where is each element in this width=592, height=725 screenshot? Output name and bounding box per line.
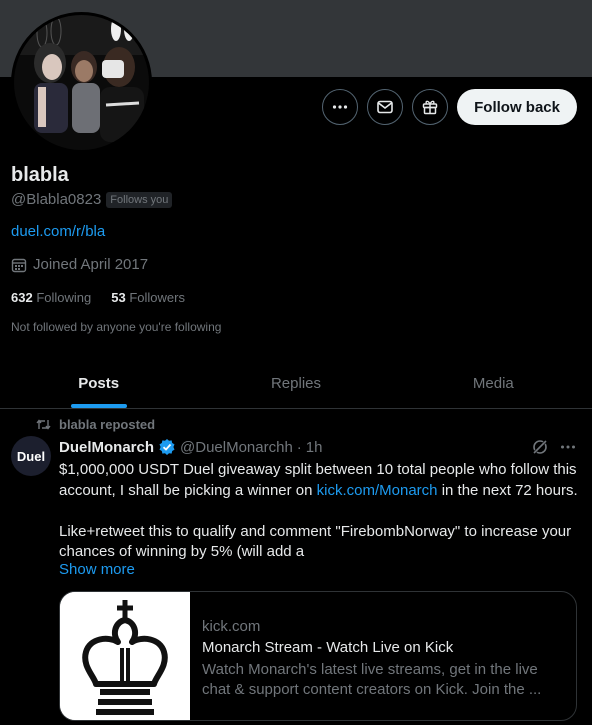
card-description: Watch Monarch's latest live streams, get…: [202, 661, 542, 698]
post-inline-link[interactable]: kick.com/Monarch: [317, 482, 438, 499]
verified-badge-icon[interactable]: [158, 438, 176, 456]
more-icon[interactable]: [559, 438, 577, 456]
post-text-part: Like+retweet this to qualify and comment…: [59, 522, 572, 561]
post-author-handle[interactable]: @DuelMonarchh: [180, 439, 293, 456]
post-author-avatar[interactable]: Duel: [11, 436, 51, 476]
post-text-part: in the next 72 hours.: [437, 481, 578, 499]
avatar-photo: [14, 15, 149, 150]
tab-label: Media: [472, 374, 514, 392]
follow-back-button[interactable]: Follow back: [457, 89, 577, 125]
active-tab-indicator: [70, 404, 127, 408]
crown-icon: [60, 592, 190, 720]
tab-label: Replies: [270, 374, 321, 392]
post-time[interactable]: 1h: [306, 439, 323, 456]
handle-row: @Blabla0823 Follows you: [11, 191, 173, 208]
profile-website-link[interactable]: duel.com/r/bla: [11, 223, 105, 240]
repost-indicator: blabla reposted: [36, 417, 155, 432]
follows-you-badge: Follows you: [106, 191, 173, 208]
card-text: kick.com Monarch Stream - Watch Live on …: [190, 592, 576, 720]
message-button[interactable]: [367, 89, 404, 125]
avatar-text: Duel: [16, 448, 46, 464]
card-title: Monarch Stream - Watch Live on Kick: [202, 639, 454, 656]
repost-icon: [36, 419, 51, 430]
grok-icon[interactable]: [531, 438, 549, 456]
tab-label: Posts: [78, 374, 120, 392]
card-domain: kick.com: [202, 618, 261, 635]
followers-label: Followers: [129, 290, 185, 305]
follow-stats: 632 Following 53 Followers: [11, 290, 185, 305]
repost-label: blabla reposted: [59, 417, 156, 432]
post-tools: [531, 438, 577, 456]
joined-date: Joined April 2017: [11, 256, 148, 273]
following-link[interactable]: 632 Following: [11, 290, 91, 305]
post-header: DuelMonarch @DuelMonarchh · 1h: [59, 438, 322, 456]
profile-actions: Follow back: [322, 89, 577, 125]
following-label: Following: [36, 290, 92, 305]
post-author-name[interactable]: DuelMonarch: [59, 439, 154, 456]
tab-replies[interactable]: Replies: [197, 358, 394, 408]
more-button[interactable]: [322, 89, 359, 125]
joined-text: Joined April 2017: [33, 256, 149, 273]
followers-link[interactable]: 53 Followers: [111, 290, 185, 305]
more-icon: [333, 105, 348, 109]
following-count: 632: [11, 290, 33, 305]
profile-tabs: Posts Replies Media: [0, 358, 592, 409]
display-name: blabla: [11, 164, 69, 186]
post-text: $1,000,000 USDT Duel giveaway split betw…: [59, 460, 581, 563]
show-more-link[interactable]: Show more: [59, 561, 135, 578]
card-thumbnail: [60, 592, 190, 720]
profile-avatar[interactable]: [11, 12, 152, 153]
separator-dot: ·: [296, 438, 302, 456]
profile-handle: @Blabla0823: [11, 191, 102, 208]
gift-icon: [422, 100, 438, 115]
mutual-followers-note: Not followed by anyone you're following: [11, 320, 222, 334]
gift-button[interactable]: [412, 89, 449, 125]
tab-posts[interactable]: Posts: [0, 358, 197, 408]
followers-count: 53: [111, 290, 126, 305]
calendar-icon: [11, 258, 27, 272]
mail-icon: [377, 100, 393, 114]
link-preview-card[interactable]: kick.com Monarch Stream - Watch Live on …: [59, 591, 577, 721]
tab-media[interactable]: Media: [395, 358, 592, 408]
